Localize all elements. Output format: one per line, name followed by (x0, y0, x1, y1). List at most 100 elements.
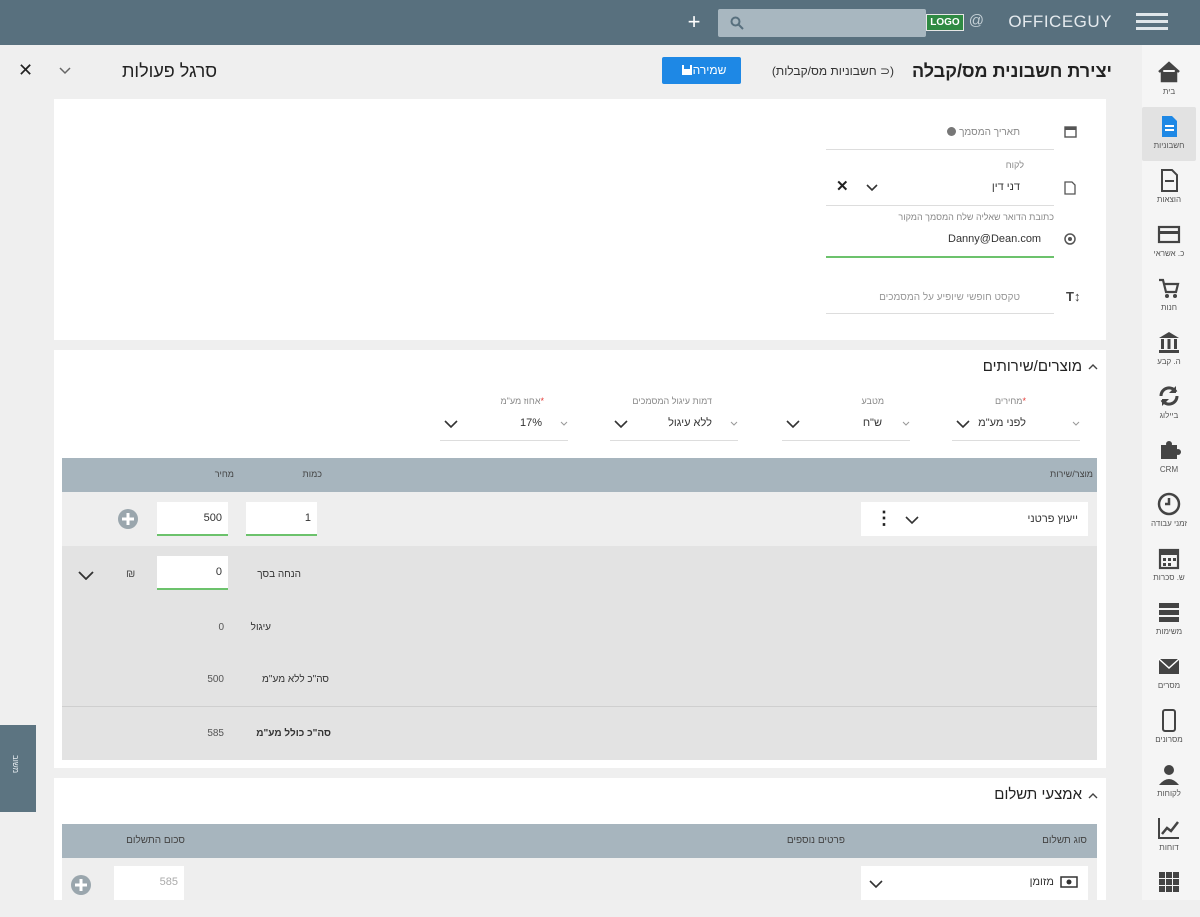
sidebar-item[interactable]: ביילוג (1142, 377, 1196, 431)
menu-icon[interactable] (1136, 13, 1168, 33)
email-label: כתובת הדואר שאליה שלח המסמך המקור (898, 212, 1054, 222)
section-title-products: מוצרים/שירותים (982, 358, 1082, 375)
col-qty: כמות (302, 469, 322, 479)
user-icon (1159, 765, 1179, 785)
text-format-icon: T↕ (1066, 289, 1081, 304)
products-table-header: מוצר/שירות כמות מחיר (62, 458, 1097, 492)
discount-input[interactable]: 0 (157, 556, 228, 590)
col-payment-type: סוג תשלום (1042, 835, 1087, 846)
chevron-down-icon[interactable] (866, 183, 878, 193)
col-price: מחיר (214, 469, 234, 479)
cart-icon (1159, 278, 1180, 298)
sidebar-item[interactable]: בית (1142, 53, 1196, 107)
product-select[interactable]: ייעוץ פרטני ⋮ (861, 502, 1088, 536)
email-input[interactable]: Danny@Dean.com (948, 233, 1041, 245)
clear-customer-icon[interactable]: ✕ (836, 177, 849, 195)
feedback-tab[interactable]: משוב (0, 725, 36, 812)
currency-select[interactable]: ש"ח (863, 417, 882, 429)
mail-icon (1158, 658, 1180, 674)
sidebar-item[interactable]: דוחות (1142, 809, 1196, 863)
doc-date-field[interactable]: תאריך המסמך (947, 127, 1020, 138)
vat-select[interactable]: 17% (520, 417, 542, 429)
collapse-icon[interactable] (1088, 363, 1098, 371)
more-options-icon[interactable]: ⋮ (875, 508, 893, 529)
vat-label: *אחוז מע"מ (500, 396, 544, 406)
home-icon (1158, 61, 1180, 83)
add-icon[interactable]: + (684, 10, 704, 34)
email-icon (1064, 233, 1076, 245)
collapse-icon[interactable] (1088, 792, 1098, 800)
cash-icon (1060, 876, 1078, 888)
chevron-down-icon[interactable] (956, 419, 970, 429)
sidebar-item[interactable]: CRM (1142, 431, 1196, 485)
document-details-card: תאריך המסמך לקוח דני דין ✕ כתובת הדואר ש… (54, 99, 1106, 340)
sidebar-item[interactable]: מסרים (1142, 647, 1196, 701)
add-row-icon[interactable] (117, 508, 139, 530)
sidebar-item[interactable]: מסרונים (1142, 701, 1196, 755)
product-value: ייעוץ פרטני (1027, 513, 1078, 525)
chevron-down-icon (1072, 421, 1080, 426)
sidebar-item-label: חשבוניות (1153, 141, 1185, 150)
rounding-sum-label: עיגול (250, 622, 271, 633)
sidebar-item[interactable]: ש. סכרות (1142, 539, 1196, 593)
col-details: פרטים נוספים (786, 835, 845, 846)
table-row: ייעוץ פרטני ⋮ 1 500 (62, 492, 1097, 546)
breadcrumb[interactable]: (⊂ חשבוניות מס/קבלות) (772, 64, 894, 78)
customer-select[interactable]: דני דין (992, 181, 1020, 193)
chevron-down-icon[interactable] (614, 419, 628, 429)
chevron-down-icon[interactable] (444, 419, 458, 429)
chevron-down-icon[interactable] (869, 879, 883, 889)
chevron-down-icon[interactable] (786, 419, 800, 429)
sidebar-item-label: חנות (1161, 303, 1177, 312)
calendar-icon (1064, 126, 1077, 138)
sidebar-item[interactable]: הוצאות (1142, 161, 1196, 215)
price-input[interactable]: 500 (157, 502, 228, 536)
quantity-input[interactable]: 1 (246, 502, 317, 536)
rounding-select[interactable]: ללא עיגול (668, 417, 712, 429)
brand-at: @ (968, 12, 984, 29)
actions-panel-title: סרגל פעולות (122, 61, 218, 81)
sidebar-item[interactable]: חשבוניות (1142, 107, 1196, 161)
sidebar-item-label: בית (1162, 87, 1176, 96)
feedback-label: משוב (11, 755, 20, 774)
sidebar-item[interactable]: כ. אשראי (1142, 215, 1196, 269)
page-title: יצירת חשבונית מס/קבלה (911, 61, 1112, 81)
chevron-down-icon (730, 421, 738, 426)
sidebar: בית חשבוניות הוצאות כ. אשראי חנות ה. קבע ביילו… (1142, 45, 1200, 900)
search-input[interactable] (718, 9, 926, 37)
sidebar-item[interactable]: זמני עבודה (1142, 485, 1196, 539)
sidebar-item[interactable]: ה. קבע (1142, 323, 1196, 377)
free-text-input[interactable]: טקסט חופשי שיופיע על המסמכים (879, 292, 1020, 303)
payment-type-select[interactable]: מזומן (861, 866, 1088, 900)
close-icon[interactable]: ✕ (18, 60, 33, 81)
sidebar-item[interactable]: חנות (1142, 269, 1196, 323)
sidebar-item-label: משימות (1155, 627, 1183, 636)
rounding-label: דמות עיגול המסמכים (632, 396, 712, 406)
total-value: 585 (207, 728, 224, 739)
sidebar-item-label: זמני עבודה (1150, 519, 1188, 528)
subtotal-label: סה"כ ללא מע"מ (262, 674, 329, 685)
grid-icon (1159, 872, 1179, 892)
payment-amount-input[interactable]: 585 (114, 866, 184, 900)
save-label: שמירה (692, 63, 727, 77)
sidebar-item-label: ה. קבע (1157, 357, 1181, 366)
products-card: מוצרים/שירותים *מחירים לפני מע"מ מטבע ש"… (54, 350, 1106, 768)
chevron-down-icon[interactable] (78, 570, 94, 580)
sidebar-item[interactable] (1142, 863, 1196, 917)
chevron-down-icon[interactable] (905, 515, 919, 525)
chevron-down-icon[interactable] (58, 64, 72, 78)
add-payment-icon[interactable] (70, 874, 92, 896)
save-icon (681, 65, 692, 75)
sidebar-item[interactable]: לקוחות (1142, 755, 1196, 809)
doc-date-label: תאריך המסמך (959, 127, 1020, 138)
col-product: מוצר/שירות (1049, 469, 1093, 479)
help-icon (947, 127, 957, 136)
sync-icon (1159, 386, 1179, 406)
sidebar-item-label: הוצאות (1156, 195, 1182, 204)
sidebar-item[interactable]: משימות (1142, 593, 1196, 647)
customer-label: לקוח (1005, 160, 1024, 170)
prices-select[interactable]: לפני מע"מ (978, 417, 1026, 429)
save-button[interactable]: שמירה (662, 57, 741, 84)
sidebar-item-label: דוחות (1159, 843, 1179, 852)
payment-type-value: מזומן (1029, 876, 1054, 888)
